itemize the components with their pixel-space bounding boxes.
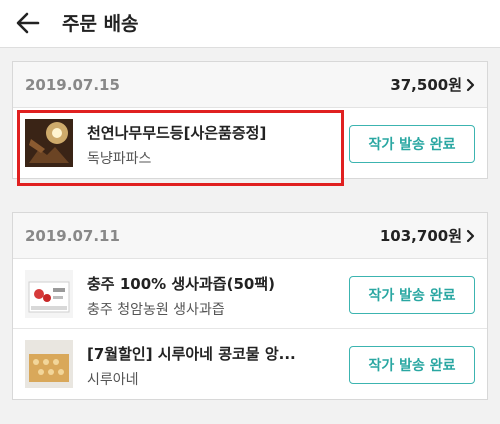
order-card: 2019.07.15 37,500원 천연나무무드등[사은품증정] 독냥파파스 … [12, 61, 488, 179]
chevron-right-icon [466, 229, 475, 242]
chevron-right-icon [466, 78, 475, 91]
product-name[interactable]: 충주 100% 생사과즙(50팩) [87, 273, 337, 294]
order-date: 2019.07.15 [25, 75, 120, 94]
delivery-status-button[interactable]: 작가 발송 완료 [349, 125, 475, 163]
app-header: 주문 배송 [0, 0, 500, 48]
order-card: 2019.07.11 103,700원 충주 100% 생사과즙(50팩) 충주… [12, 212, 488, 400]
product-name[interactable]: 천연나무무드등[사은품증정] [87, 122, 337, 143]
page-title: 주문 배송 [62, 13, 139, 35]
seller-name: 충주 청암농원 생사과즙 [87, 302, 225, 318]
order-date: 2019.07.11 [25, 226, 120, 245]
order-item[interactable]: 충주 100% 생사과즙(50팩) 충주 청암농원 생사과즙 작가 발송 완료 [13, 259, 487, 329]
order-header: 2019.07.15 37,500원 [13, 62, 487, 108]
order-item[interactable]: 천연나무무드등[사은품증정] 독냥파파스 작가 발송 완료 [13, 108, 487, 178]
seller-name: 독냥파파스 [87, 151, 152, 167]
order-total-link[interactable]: 37,500원 [390, 74, 475, 95]
order-total-link[interactable]: 103,700원 [380, 225, 475, 246]
order-total: 103,700원 [379, 227, 462, 245]
product-thumbnail [25, 119, 73, 167]
back-button[interactable] [10, 6, 46, 40]
product-thumbnail [25, 270, 73, 318]
arrow-left-icon [16, 12, 40, 34]
product-name[interactable]: [7월할인] 시루아네 콩코물 앙... [87, 343, 337, 364]
order-item[interactable]: [7월할인] 시루아네 콩코물 앙... 시루아네 작가 발송 완료 [13, 329, 487, 399]
delivery-status-button[interactable]: 작가 발송 완료 [349, 346, 475, 384]
delivery-status-button[interactable]: 작가 발송 완료 [349, 276, 475, 314]
seller-name: 시루아네 [87, 372, 139, 388]
product-thumbnail [25, 340, 73, 388]
order-total: 37,500원 [390, 76, 462, 94]
order-header: 2019.07.11 103,700원 [13, 213, 487, 259]
